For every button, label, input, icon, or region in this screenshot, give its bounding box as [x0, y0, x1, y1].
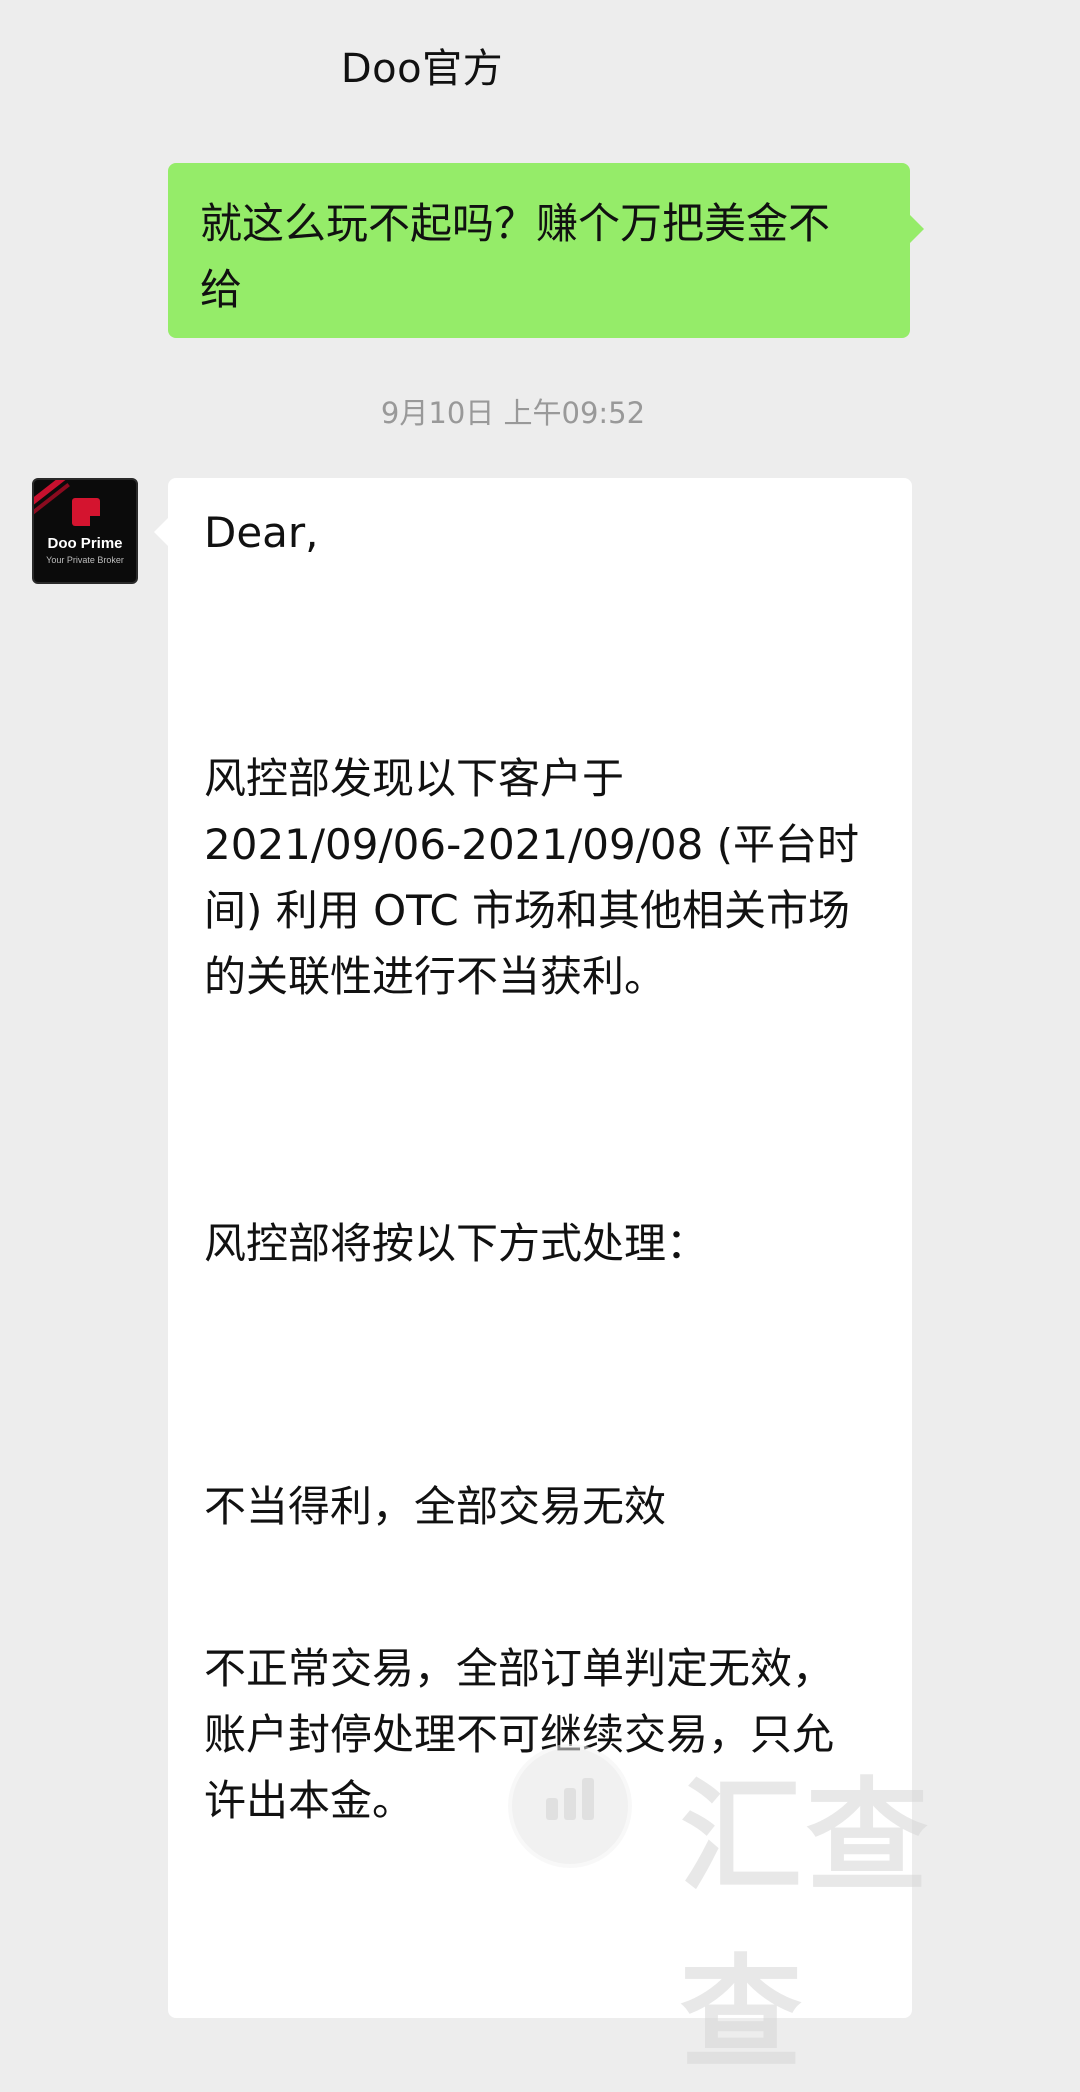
message-timestamp: 9月10日 上午09:52	[0, 390, 1080, 432]
avatar-brand-text: Doo Prime	[47, 535, 123, 552]
watermark-text: 汇查查	[680, 1766, 932, 2085]
sent-message-line: 给	[200, 265, 243, 314]
message-line: Dear,	[204, 508, 319, 557]
watermark-logo-icon	[508, 1744, 632, 1868]
message-line: 间) 利用 OTC 市场和其他相关市场	[204, 886, 851, 935]
watermark-bar	[564, 1788, 576, 1820]
timestamp-text: 9月10日 上午09:52	[380, 396, 646, 430]
watermark: 汇查查	[500, 1738, 1040, 2085]
message-line: 不正常交易，全部订单判定无效，	[204, 1644, 835, 1693]
message-line: 风控部发现以下客户于	[204, 754, 625, 803]
message-line: 2021/09/06-2021/09/08 (平台时	[204, 820, 860, 869]
sent-message-line: 就这么玩不起吗？赚个万把美金不	[200, 199, 831, 248]
sent-message-bubble[interactable]: 就这么玩不起吗？赚个万把美金不 给	[168, 163, 924, 338]
sender-avatar[interactable]: Doo Prime Your Private Broker	[32, 478, 138, 584]
doo-prime-logo-icon	[72, 498, 100, 526]
message-line: 的关联性进行不当获利。	[204, 952, 667, 1001]
chat-title: Doo官方	[340, 46, 504, 92]
message-line: 不当得利，全部交易无效	[204, 1482, 667, 1531]
watermark-bar	[546, 1798, 558, 1820]
message-line: 风控部将按以下方式处理：	[204, 1219, 709, 1268]
avatar-tagline-text: Your Private Broker	[46, 555, 124, 565]
watermark-bar	[582, 1778, 594, 1820]
